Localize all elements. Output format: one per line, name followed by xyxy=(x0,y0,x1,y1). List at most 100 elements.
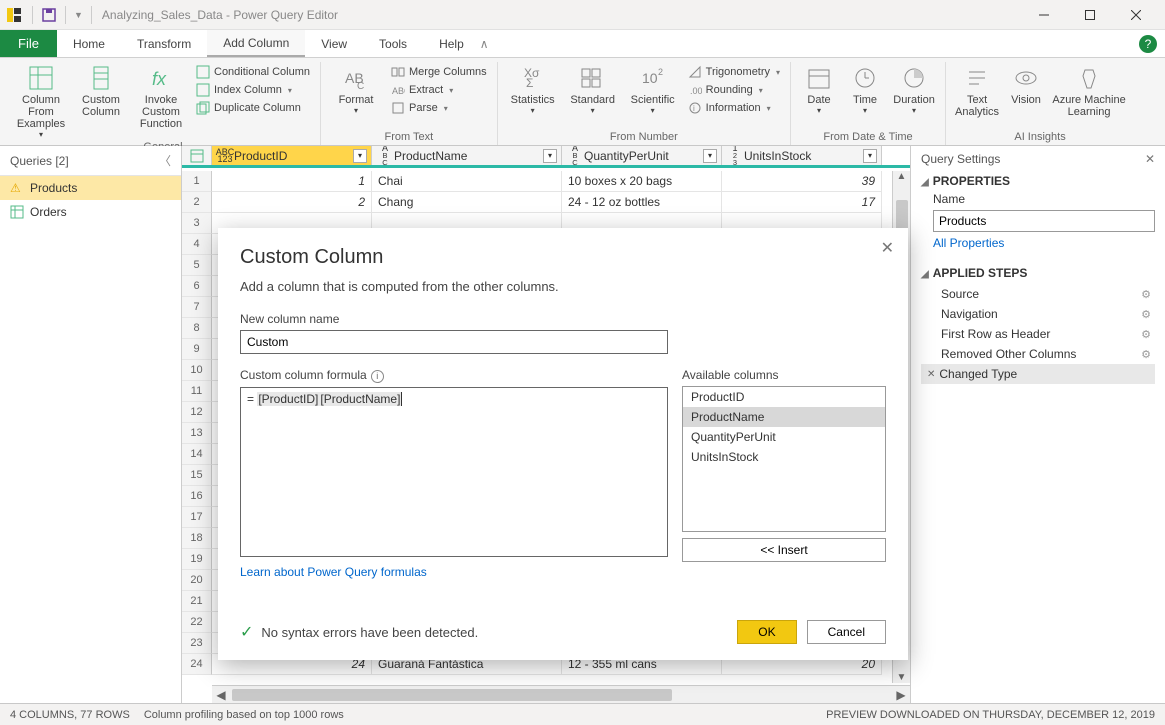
information-button[interactable]: iInformation▾ xyxy=(684,100,784,116)
format-button[interactable]: ABCFormat▾ xyxy=(327,62,385,115)
azure-ml-button[interactable]: Azure Machine Learning xyxy=(1050,62,1128,118)
collapse-queries-icon[interactable]: 〈 xyxy=(159,152,171,169)
gear-icon[interactable]: ⚙ xyxy=(1141,308,1151,321)
vision-button[interactable]: Vision xyxy=(1004,62,1048,106)
queries-pane: Queries [2] 〈 ⚠ Products Orders xyxy=(0,146,182,703)
text-analytics-button[interactable]: Text Analytics xyxy=(952,62,1002,118)
formula-input[interactable]: = [ProductID][ProductName] xyxy=(240,387,668,557)
group-number-label: From Number xyxy=(504,129,784,145)
table-icon[interactable] xyxy=(182,146,212,165)
available-column-item[interactable]: UnitsInStock xyxy=(683,447,885,467)
row-number: 2 xyxy=(182,192,212,213)
gear-icon[interactable]: ⚙ xyxy=(1141,348,1151,361)
tab-view[interactable]: View xyxy=(305,30,363,57)
svg-text:i: i xyxy=(693,104,695,113)
row-number: 12 xyxy=(182,402,212,423)
row-number: 21 xyxy=(182,591,212,612)
available-columns-list[interactable]: ProductIDProductNameQuantityPerUnitUnits… xyxy=(682,386,886,532)
tab-home[interactable]: Home xyxy=(57,30,121,57)
applied-step[interactable]: Navigation⚙ xyxy=(921,304,1155,324)
status-bar: 4 COLUMNS, 77 ROWS Column profiling base… xyxy=(0,703,1165,725)
table-row[interactable]: 11Chai10 boxes x 20 bags39 xyxy=(182,171,910,192)
rounding-button[interactable]: .00Rounding▾ xyxy=(684,82,784,98)
index-column-button[interactable]: Index Column▾ xyxy=(192,82,314,98)
maximize-button[interactable] xyxy=(1067,0,1113,30)
query-item-products[interactable]: ⚠ Products xyxy=(0,176,181,200)
column-from-examples-button[interactable]: Column From Examples▾ xyxy=(12,62,70,139)
column-header-qpu[interactable]: ABCQuantityPerUnit▾ xyxy=(562,146,722,165)
duplicate-column-button[interactable]: Duplicate Column xyxy=(192,100,314,116)
close-settings-icon[interactable]: ✕ xyxy=(1145,152,1155,166)
available-column-item[interactable]: ProductName xyxy=(683,407,885,427)
minimize-button[interactable] xyxy=(1021,0,1067,30)
new-column-name-label: New column name xyxy=(240,312,886,326)
custom-column-button[interactable]: Custom Column xyxy=(72,62,130,118)
save-icon[interactable] xyxy=(41,7,57,23)
applied-step[interactable]: First Row as Header⚙ xyxy=(921,324,1155,344)
query-item-orders[interactable]: Orders xyxy=(0,200,181,224)
row-number: 20 xyxy=(182,570,212,591)
tab-transform[interactable]: Transform xyxy=(121,30,207,57)
tab-add-column[interactable]: Add Column xyxy=(207,30,305,57)
table-row[interactable]: 22Chang24 - 12 oz bottles17 xyxy=(182,192,910,213)
tab-help[interactable]: Help xyxy=(423,30,480,57)
info-icon[interactable]: i xyxy=(371,370,384,383)
statistics-button[interactable]: XσΣStatistics▾ xyxy=(504,62,562,115)
filter-dropdown-icon[interactable]: ▾ xyxy=(353,149,367,163)
available-column-item[interactable]: ProductID xyxy=(683,387,885,407)
syntax-status: ✓No syntax errors have been detected. xyxy=(240,622,478,642)
help-icon[interactable]: ? xyxy=(1139,35,1157,53)
scientific-button[interactable]: 102Scientific▾ xyxy=(624,62,682,115)
filter-dropdown-icon[interactable]: ▾ xyxy=(703,149,717,163)
gear-icon[interactable]: ⚙ xyxy=(1141,288,1151,301)
gear-icon[interactable]: ⚙ xyxy=(1141,328,1151,341)
learn-formulas-link[interactable]: Learn about Power Query formulas xyxy=(240,565,427,579)
any-type-icon: ABC123 xyxy=(216,149,234,163)
extract-button[interactable]: ABCExtract▾ xyxy=(387,82,491,98)
duration-button[interactable]: Duration▾ xyxy=(889,62,939,115)
trigonometry-button[interactable]: Trigonometry▾ xyxy=(684,64,784,80)
conditional-column-button[interactable]: Conditional Column xyxy=(192,64,314,80)
invoke-function-button[interactable]: fxInvoke Custom Function xyxy=(132,62,190,130)
tab-file[interactable]: File xyxy=(0,30,57,57)
text-type-icon: ABC xyxy=(566,146,584,166)
row-number: 1 xyxy=(182,171,212,192)
collapse-ribbon-icon[interactable]: ∧ xyxy=(480,37,489,51)
status-preview-date: PREVIEW DOWNLOADED ON THURSDAY, DECEMBER… xyxy=(826,709,1155,721)
applied-step[interactable]: Changed Type xyxy=(921,364,1155,384)
svg-text:ABC: ABC xyxy=(392,86,405,96)
qat-dropdown[interactable]: ▼ xyxy=(70,10,87,20)
column-header-productname[interactable]: ABCProductName▾ xyxy=(372,146,562,165)
tab-tools[interactable]: Tools xyxy=(363,30,423,57)
available-column-item[interactable]: QuantityPerUnit xyxy=(683,427,885,447)
chevron-down-icon[interactable]: ◢ xyxy=(921,177,929,188)
all-properties-link[interactable]: All Properties xyxy=(933,236,1004,250)
cancel-button[interactable]: Cancel xyxy=(807,620,886,644)
query-name-input[interactable] xyxy=(933,210,1155,232)
horizontal-scrollbar[interactable]: ◀▶ xyxy=(212,685,910,703)
window-title: Analyzing_Sales_Data - Power Query Edito… xyxy=(102,8,338,22)
column-header-stock[interactable]: 123UnitsInStock▾ xyxy=(722,146,882,165)
ok-button[interactable]: OK xyxy=(737,620,796,644)
insert-button[interactable]: << Insert xyxy=(682,538,886,562)
time-button[interactable]: Time▾ xyxy=(843,62,887,115)
applied-step[interactable]: Removed Other Columns⚙ xyxy=(921,344,1155,364)
close-button[interactable] xyxy=(1113,0,1159,30)
group-text-label: From Text xyxy=(327,129,491,145)
column-header-productid[interactable]: ABC123ProductID▾ xyxy=(212,146,372,165)
filter-dropdown-icon[interactable]: ▾ xyxy=(543,149,557,163)
standard-button[interactable]: Standard▾ xyxy=(564,62,622,115)
ribbon-tabs: File Home Transform Add Column View Tool… xyxy=(0,30,1165,58)
filter-dropdown-icon[interactable]: ▾ xyxy=(863,149,877,163)
svg-text:2: 2 xyxy=(658,67,663,77)
dialog-close-icon[interactable]: ✕ xyxy=(881,238,894,258)
number-type-icon: 123 xyxy=(726,146,744,166)
new-column-name-input[interactable] xyxy=(240,330,668,354)
merge-columns-button[interactable]: Merge Columns xyxy=(387,64,491,80)
row-number: 11 xyxy=(182,381,212,402)
parse-button[interactable]: Parse▾ xyxy=(387,100,491,116)
chevron-down-icon[interactable]: ◢ xyxy=(921,269,929,280)
date-button[interactable]: Date▾ xyxy=(797,62,841,115)
svg-text:10: 10 xyxy=(642,70,658,86)
applied-step[interactable]: Source⚙ xyxy=(921,284,1155,304)
